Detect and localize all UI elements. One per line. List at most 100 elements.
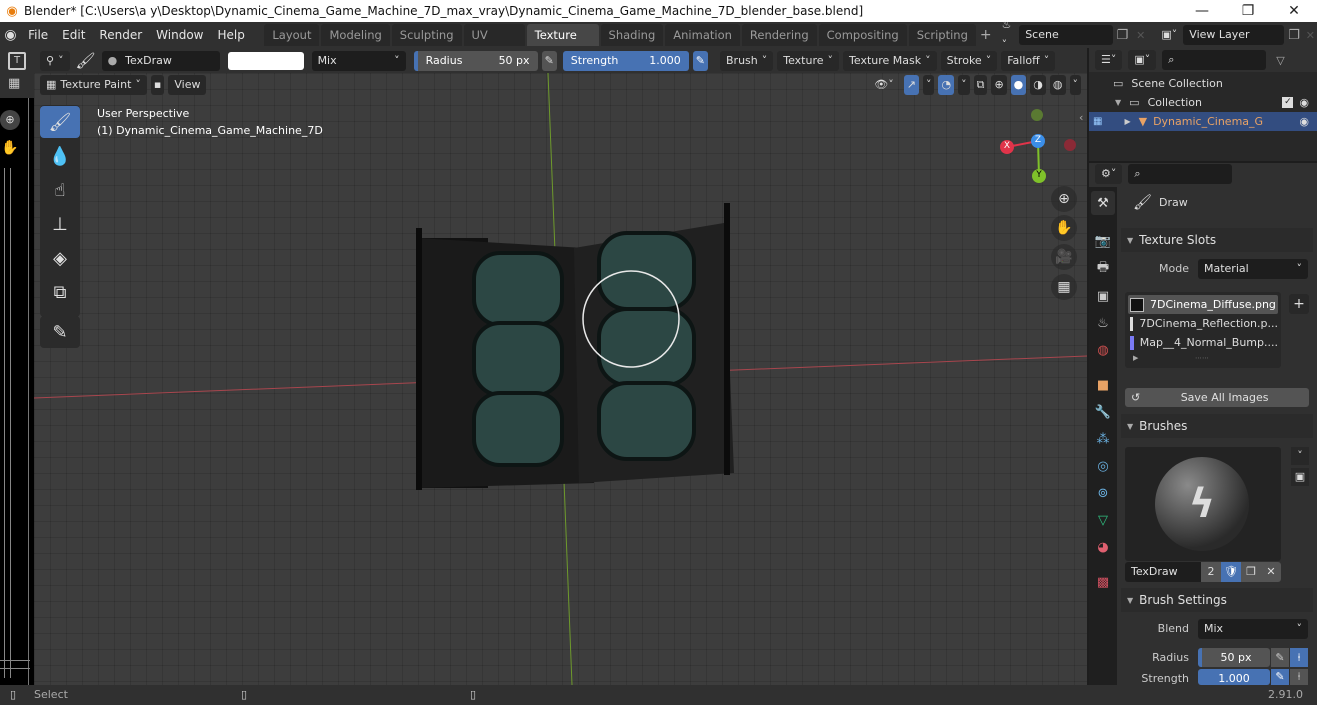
brush-name-field[interactable]: TexDraw (1125, 562, 1201, 582)
brush-blend-dropdown[interactable]: Mix ˅ (1198, 619, 1308, 639)
camera-view-icon[interactable]: 🎥 (1051, 244, 1077, 270)
brushes-panel-header[interactable]: ▼ Brushes (1121, 414, 1313, 438)
outliner-row[interactable]: ▼ ▭ Collection ✓ ◉ (1089, 93, 1317, 112)
strength-pressure-icon[interactable]: ✎ (692, 50, 708, 71)
tab-rendering[interactable]: Rendering (741, 24, 817, 46)
wireframe-shading-icon[interactable]: ⊕ (991, 75, 1007, 95)
gizmo-x-label[interactable]: X (1003, 141, 1011, 151)
new-view-layer-icon[interactable]: ❐ (1284, 28, 1304, 43)
brush-color-swatch[interactable] (227, 51, 304, 70)
duplicate-brush-icon[interactable]: ❐ (1241, 562, 1261, 582)
menu-help[interactable]: Help (210, 22, 251, 48)
texture-slots-panel-header[interactable]: ▼ Texture Slots (1121, 228, 1313, 252)
outliner-row-selected[interactable]: ▦ ▶ ▼ Dynamic_Cinema_G ◉ (1089, 112, 1317, 131)
annotate-tool-icon[interactable]: ✎ (40, 316, 80, 348)
brush-image-icon[interactable]: ▣ (1291, 468, 1309, 486)
zoom-view-icon[interactable]: ⊕ (1051, 186, 1077, 212)
tab-layout[interactable]: Layout (264, 24, 320, 46)
overlay-toggle-icon[interactable]: ◔ (938, 75, 955, 95)
tab-shading[interactable]: Shading (600, 24, 664, 46)
orthographic-toggle-icon[interactable]: ▦ (1051, 274, 1077, 300)
menu-file[interactable]: File (21, 22, 55, 48)
menu-render[interactable]: Render (92, 22, 149, 48)
strength-pressure-icon[interactable]: ✎ (1271, 669, 1289, 685)
view-layer-name-field[interactable]: View Layer (1183, 25, 1285, 45)
eye-icon[interactable]: ◉ (1299, 96, 1309, 109)
gizmo-z-label[interactable]: Z (1034, 135, 1042, 145)
brush-dropdown-icon[interactable]: ˅ (1291, 447, 1309, 465)
tool-settings-dropdown[interactable]: ⚲ ˅ (40, 50, 70, 71)
tab-texture-paint[interactable]: Texture Paint (526, 24, 599, 64)
overlay-dropdown-icon[interactable]: ˅ (958, 75, 970, 95)
expand-arrow-icon[interactable]: ▼ (1115, 98, 1121, 107)
delete-view-layer-icon[interactable]: ✕ (1304, 29, 1317, 42)
material-tab-icon[interactable]: ◕ (1091, 535, 1115, 559)
view-menu[interactable]: View (168, 75, 207, 95)
tab-uv-editing[interactable]: UV Editing (463, 24, 525, 64)
falloff-menu[interactable]: Falloff ˅ (1001, 50, 1056, 71)
visibility-icon[interactable]: 👁˅ (868, 75, 899, 95)
gizmo-dropdown-icon[interactable]: ˅ (922, 75, 935, 95)
scene-tab-icon[interactable]: ♨ (1091, 311, 1115, 335)
tab-scripting[interactable]: Scripting (908, 24, 976, 46)
texture-mask-menu[interactable]: Texture Mask ˅ (843, 50, 937, 71)
strength-unit-icon[interactable]: ⍿ (1290, 669, 1308, 685)
properties-editor-type-icon[interactable]: ⚙˅ (1095, 164, 1123, 184)
3d-viewport[interactable]: Z X Y ▦ Texture Paint ˅ ▪ View 👁˅ ↗ ˅ ◔ ˅ … (34, 73, 1087, 685)
menu-window[interactable]: Window (149, 22, 210, 48)
tab-modeling[interactable]: Modeling (321, 24, 390, 46)
material-shading-icon[interactable]: ◑ (1030, 75, 1046, 95)
object-tab-icon[interactable]: ■ (1091, 373, 1115, 397)
stroke-menu[interactable]: Stroke ˅ (940, 50, 998, 71)
brush-name-field[interactable]: ● TexDraw (101, 50, 220, 71)
texture-paint-mode-icon[interactable]: ▦ (8, 76, 20, 91)
strength-slider[interactable]: Strength 1.000 (562, 50, 689, 71)
view-layer-tab-icon[interactable]: ▣ (1091, 284, 1115, 308)
constraints-tab-icon[interactable]: ⊚ (1091, 481, 1115, 505)
filter-icon[interactable]: ▽ (1276, 54, 1284, 67)
shading-dropdown-icon[interactable]: ˅ (1069, 75, 1081, 95)
gizmo-y-label[interactable]: Y (1035, 170, 1043, 180)
gizmo-toggle-icon[interactable]: ↗ (903, 75, 919, 95)
mask-tool-icon[interactable]: ⧉ (40, 276, 80, 308)
filter-view-icon[interactable]: ▣˅ (1128, 50, 1157, 70)
save-all-images-button[interactable]: ↺ Save All Images (1125, 388, 1309, 407)
paint-mask-toggle-icon[interactable]: ▪ (150, 75, 165, 95)
tab-animation[interactable]: Animation (665, 24, 740, 46)
brush-menu[interactable]: Brush ˅ (720, 50, 774, 71)
xray-toggle-icon[interactable]: ⧉ (973, 75, 988, 95)
add-workspace-button[interactable]: + (976, 27, 996, 43)
data-tab-icon[interactable]: ▽ (1091, 508, 1115, 532)
fake-user-shield-icon[interactable]: 🛡 (1221, 562, 1241, 582)
new-scene-icon[interactable]: ❐ (1113, 28, 1133, 43)
sidebar-toggle-icon[interactable]: ‹ (1079, 111, 1083, 124)
menu-edit[interactable]: Edit (55, 22, 92, 48)
close-button[interactable]: ✕ (1271, 0, 1317, 22)
texture-tab-icon[interactable]: ▩ (1091, 570, 1115, 594)
radius-pressure-icon[interactable]: ✎ (1271, 648, 1289, 667)
scene-selector-icon[interactable]: ♨˅ (995, 18, 1020, 51)
exclude-checkbox[interactable]: ✓ (1282, 97, 1294, 108)
minimize-button[interactable]: — (1179, 0, 1225, 22)
texture-slot-item[interactable]: 7DCinema_Reflection.p... (1128, 314, 1278, 333)
solid-shading-icon[interactable]: ● (1010, 75, 1027, 95)
eye-icon[interactable]: ◉ (1299, 115, 1309, 128)
smear-tool-icon[interactable]: ☝ (40, 174, 80, 206)
add-texture-slot-button[interactable]: + (1289, 294, 1309, 314)
particles-tab-icon[interactable]: ⁂ (1091, 427, 1115, 451)
unlink-brush-icon[interactable]: ✕ (1261, 562, 1281, 582)
outliner-search-input[interactable]: ⌕ (1162, 50, 1267, 70)
expand-arrow-icon[interactable]: ▶ (1124, 117, 1130, 126)
world-tab-icon[interactable]: ◍ (1091, 338, 1115, 362)
editor-type-icon[interactable]: T (8, 52, 26, 70)
tab-compositing[interactable]: Compositing (818, 24, 907, 46)
texture-slot-item[interactable]: 7DCinema_Diffuse.png (1128, 295, 1278, 314)
texture-menu[interactable]: Texture ˅ (777, 50, 840, 71)
texture-slot-item[interactable]: Map__4_Normal_Bump.... (1128, 333, 1278, 352)
expand-arrow-icon[interactable]: ▶ (1133, 354, 1138, 362)
properties-search-input[interactable]: ⌕ (1128, 164, 1233, 184)
brush-strength-slider[interactable]: 1.000 (1198, 669, 1270, 685)
blend-mode-dropdown[interactable]: Mix ˅ (311, 50, 406, 71)
draw-tool-icon[interactable]: 🖌 (40, 106, 80, 138)
brush-preview[interactable]: ϟ (1125, 447, 1281, 561)
